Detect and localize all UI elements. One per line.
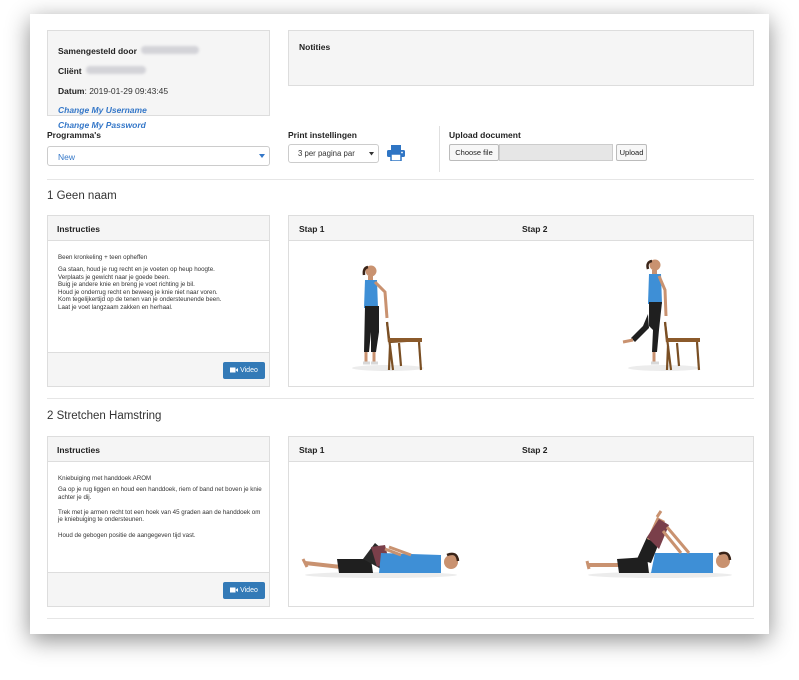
upload-label: Upload document xyxy=(449,130,521,140)
divider xyxy=(47,179,754,180)
exercise-image-step-1 xyxy=(301,543,460,578)
instructions-text: Ga op je rug liggen en houd een handdoek… xyxy=(58,486,262,539)
choose-file-button[interactable]: Choose file xyxy=(449,144,499,161)
divider xyxy=(47,618,754,619)
video-camera-icon xyxy=(230,587,239,592)
video-camera-icon xyxy=(230,367,239,372)
step-2-label: Stap 2 xyxy=(522,445,548,455)
divider xyxy=(47,398,754,399)
composed-by-value-redacted xyxy=(141,45,200,54)
program-select[interactable]: New xyxy=(47,146,270,166)
instructions-title: Kniebuiging met handdoek AROM xyxy=(58,475,152,482)
instructions-footer: Video xyxy=(48,352,269,386)
print-label: Print instellingen xyxy=(288,130,357,140)
step-2-label: Stap 2 xyxy=(522,224,548,234)
instructions-card: Instructies Kniebuiging met handdoek ARO… xyxy=(47,436,270,607)
program-select-value: New xyxy=(58,152,76,162)
exercise-title: 2 Stretchen Hamstring xyxy=(47,410,162,422)
exercise-title: 1 Geen naam xyxy=(47,190,117,202)
page-sheet: Samengesteld door Cliënt Datum: 2019-01-… xyxy=(30,14,769,634)
instructions-header: Instructies xyxy=(48,216,269,241)
instructions-header-label: Instructies xyxy=(57,445,100,455)
steps-header: Stap 1 Stap 2 xyxy=(289,216,753,241)
video-button[interactable]: Video xyxy=(223,582,265,599)
exercise-image-step-1 xyxy=(352,265,424,371)
printer-icon[interactable] xyxy=(387,145,405,161)
instructions-header: Instructies xyxy=(48,437,269,462)
steps-card: Stap 1 Stap 2 xyxy=(288,215,754,387)
file-name-field[interactable] xyxy=(499,144,613,161)
notes-panel: Notities xyxy=(288,30,754,86)
steps-card: Stap 1 Stap 2 xyxy=(288,436,754,607)
program-label: Programma's xyxy=(47,130,101,140)
caret-down-icon xyxy=(259,154,265,158)
upload-button[interactable]: Upload xyxy=(616,144,647,161)
instructions-title: Been kronkeling + teen opheffen xyxy=(58,254,148,261)
instructions-footer: Video xyxy=(48,572,269,606)
instructions-header-label: Instructies xyxy=(57,224,100,234)
client-value-redacted xyxy=(86,65,147,74)
instructions-text: Ga staan, houd je rug recht en je voeten… xyxy=(58,266,222,311)
instructions-card: Instructies Been kronkeling + teen ophef… xyxy=(47,215,270,387)
print-select[interactable]: 3 per pagina par xyxy=(288,144,379,163)
date-value: 2019-01-29 09:43:45 xyxy=(89,86,169,96)
step-1-label: Stap 1 xyxy=(299,445,325,455)
client-label: Cliënt xyxy=(58,66,82,76)
notes-title: Notities xyxy=(299,42,331,52)
exercise-image-step-2 xyxy=(622,259,701,371)
toolbar-divider xyxy=(439,126,440,172)
video-button[interactable]: Video xyxy=(223,362,265,379)
caret-down-icon xyxy=(369,152,374,156)
video-button-label: Video xyxy=(240,587,258,594)
steps-header: Stap 1 Stap 2 xyxy=(289,437,753,462)
step-1-label: Stap 1 xyxy=(299,224,325,234)
video-button-label: Video xyxy=(240,367,258,374)
print-select-value: 3 per pagina par xyxy=(298,149,355,158)
date-label: Datum xyxy=(58,86,85,96)
exercise-image-step-2 xyxy=(585,510,732,578)
composed-by-label: Samengesteld door xyxy=(58,46,137,56)
change-password-link[interactable]: Change My Password xyxy=(58,120,199,130)
profile-panel: Samengesteld door Cliënt Datum: 2019-01-… xyxy=(47,30,270,130)
change-username-link[interactable]: Change My Username xyxy=(58,105,199,115)
